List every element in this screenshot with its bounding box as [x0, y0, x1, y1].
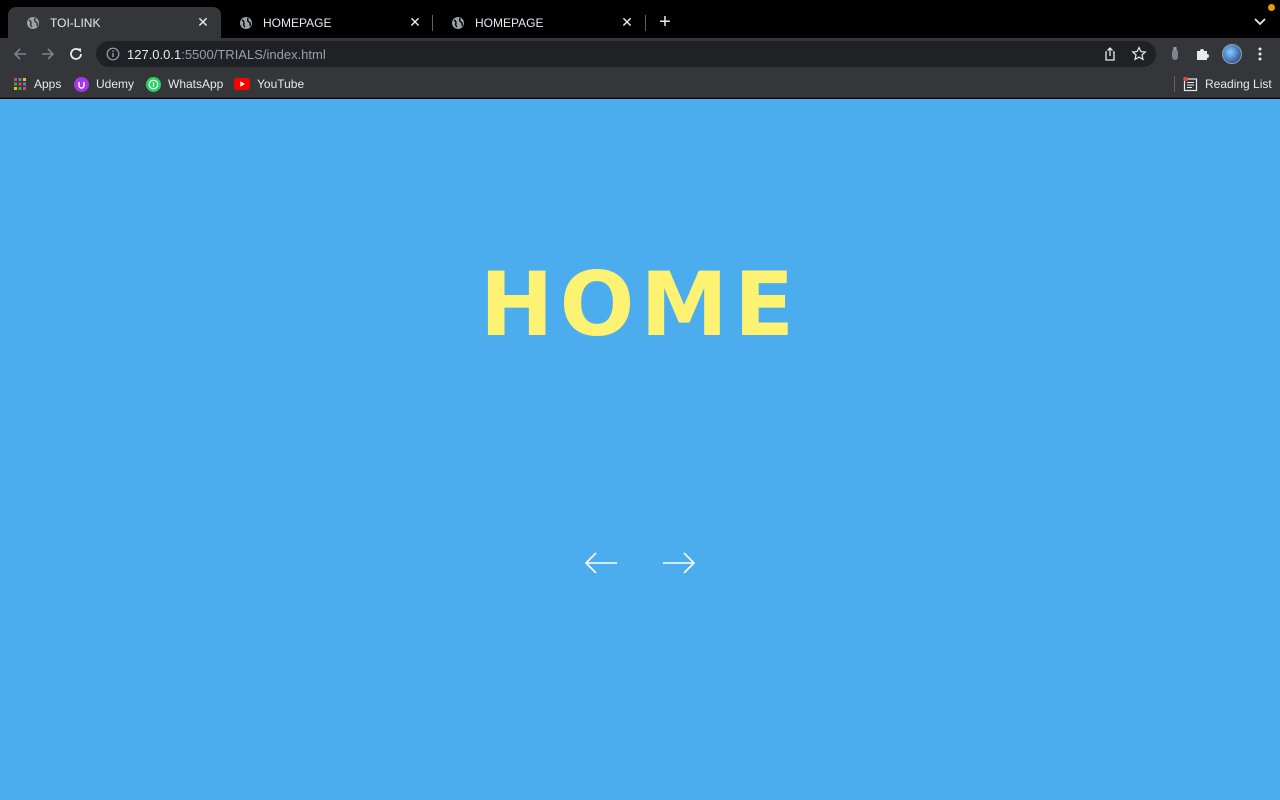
tab-title: HOMEPAGE	[475, 15, 544, 30]
more-menu-icon[interactable]	[1251, 45, 1269, 63]
arrow-left-icon[interactable]	[583, 549, 619, 577]
home-heading: HOME	[479, 253, 801, 356]
reload-icon[interactable]	[66, 44, 86, 64]
tab-close-icon[interactable]: ✕	[195, 14, 211, 31]
bookmarks-bar: Apps Udemy WhatsApp YouTube Reading List	[0, 70, 1280, 98]
tab-search-chevron-icon[interactable]	[1251, 13, 1269, 31]
bookmark-youtube[interactable]: YouTube	[234, 76, 304, 92]
tab-close-icon[interactable]: ✕	[407, 14, 423, 31]
extensions-puzzle-icon[interactable]	[1194, 45, 1212, 63]
globe-icon	[240, 16, 252, 29]
back-arrow-icon[interactable]	[10, 44, 30, 64]
address-bar[interactable]: 127.0.0.1:5500/TRIALS/index.html	[96, 41, 1156, 67]
bookmark-label: Apps	[34, 77, 62, 91]
whatsapp-icon	[146, 76, 161, 92]
tab-title: HOMEPAGE	[263, 15, 332, 30]
bookmark-star-icon[interactable]	[1131, 46, 1147, 62]
url-path: :5500/TRIALS/index.html	[181, 47, 326, 62]
bookmark-udemy[interactable]: Udemy	[74, 76, 134, 92]
share-icon[interactable]	[1102, 46, 1118, 62]
tab-title: TOI-LINK	[50, 15, 101, 30]
bookmarks-divider	[1174, 76, 1175, 92]
tab-homepage-2[interactable]: HOMEPAGE ✕	[433, 7, 645, 38]
bookmark-whatsapp[interactable]: WhatsApp	[146, 76, 223, 92]
browser-toolbar: 127.0.0.1:5500/TRIALS/index.html	[0, 38, 1280, 70]
globe-icon	[452, 16, 464, 29]
udemy-icon	[74, 76, 89, 92]
site-info-icon[interactable]	[106, 47, 120, 61]
url-host: 127.0.0.1	[127, 47, 182, 62]
new-tab-button[interactable]: +	[655, 12, 675, 32]
extension-icon[interactable]	[1166, 45, 1184, 63]
reading-list-label: Reading List	[1205, 77, 1272, 91]
reading-list-button[interactable]: Reading List	[1183, 76, 1272, 92]
profile-avatar[interactable]	[1222, 44, 1242, 64]
apps-grid-icon	[14, 78, 26, 90]
arrow-right-icon[interactable]	[661, 549, 697, 577]
tab-separator	[645, 15, 646, 31]
tab-close-icon[interactable]: ✕	[619, 14, 635, 31]
bookmark-label: WhatsApp	[168, 77, 224, 91]
bookmark-label: Udemy	[96, 77, 135, 91]
bookmark-label: YouTube	[257, 77, 305, 91]
youtube-icon	[234, 78, 250, 90]
update-indicator	[1268, 4, 1275, 11]
url-text: 127.0.0.1:5500/TRIALS/index.html	[127, 47, 326, 62]
tab-strip: TOI-LINK ✕ HOMEPAGE ✕ HOMEPAGE ✕ +	[0, 0, 1280, 38]
bookmark-apps[interactable]: Apps	[13, 76, 61, 92]
reading-list-icon	[1183, 76, 1198, 91]
page-content: HOME	[0, 99, 1280, 800]
tab-homepage-1[interactable]: HOMEPAGE ✕	[221, 7, 433, 38]
tab-toi-link[interactable]: TOI-LINK ✕	[8, 7, 221, 38]
globe-icon	[27, 16, 39, 29]
forward-arrow-icon[interactable]	[38, 44, 58, 64]
